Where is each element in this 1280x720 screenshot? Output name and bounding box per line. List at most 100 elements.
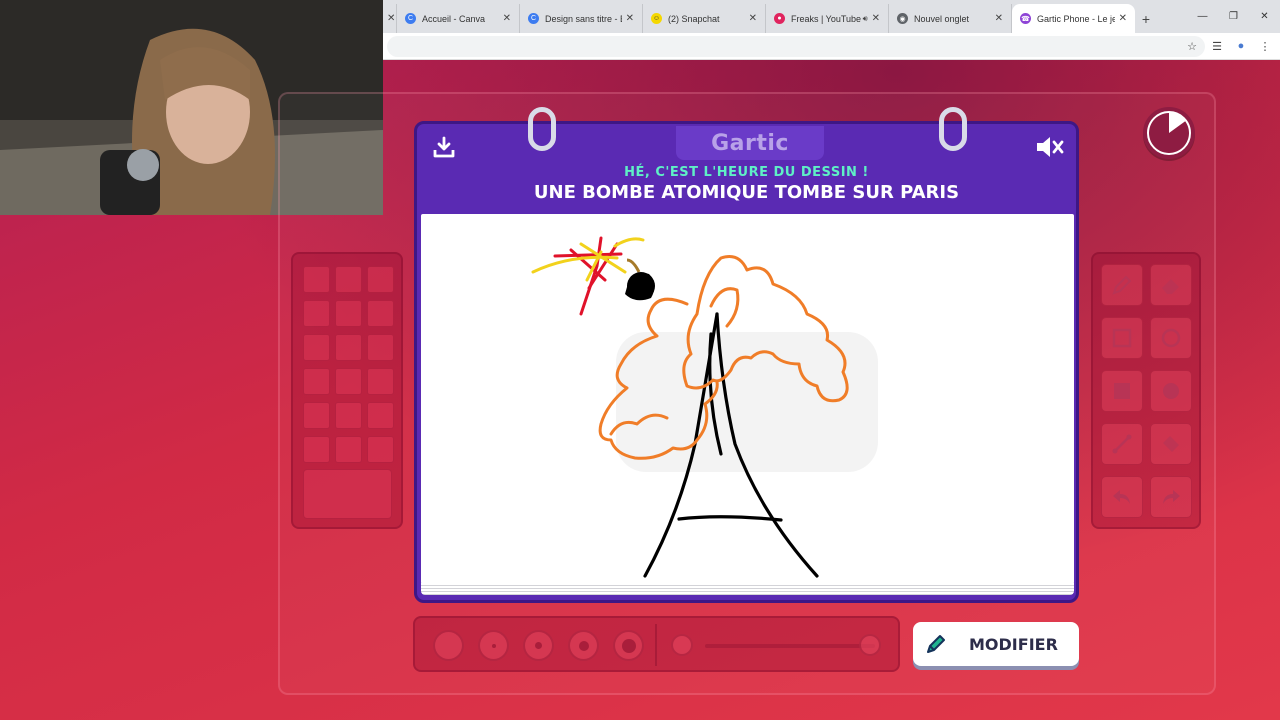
chrome-icon: ◉ <box>897 13 908 24</box>
color-swatch[interactable] <box>335 300 362 327</box>
rectangle-fill-icon[interactable] <box>1101 370 1143 412</box>
close-icon[interactable]: ✕ <box>995 13 1003 24</box>
opacity-slider-track[interactable] <box>705 644 875 648</box>
brush-size-button-3[interactable] <box>523 630 554 661</box>
drawing-canvas[interactable] <box>421 214 1074 584</box>
bookmark-star-icon[interactable]: ☆ <box>1187 40 1197 53</box>
color-swatch[interactable] <box>303 402 330 429</box>
color-swatch[interactable] <box>335 334 362 361</box>
drawing-strokes <box>531 236 878 578</box>
line-icon[interactable] <box>1101 423 1143 465</box>
color-swatch[interactable] <box>335 402 362 429</box>
color-palette <box>291 252 403 529</box>
new-tab-button[interactable]: + <box>1135 4 1157 33</box>
brush-size-button-2[interactable] <box>478 630 509 661</box>
brush-size-dot <box>491 643 496 648</box>
gartic-logo: Gartic <box>676 126 824 160</box>
close-icon[interactable]: ✕ <box>872 13 880 24</box>
brush-size-dot <box>578 640 589 651</box>
color-swatch[interactable] <box>303 334 330 361</box>
tab-title: Design sans titre - Ba <box>545 13 622 24</box>
brush-size-dot <box>621 638 636 653</box>
color-swatch[interactable] <box>367 300 394 327</box>
window-controls: — ❐ ✕ <box>1187 0 1280 33</box>
phase-subtitle: HÉ, C'EST L'HEURE DU DESSIN ! <box>624 165 869 180</box>
browser-tab-canva-design[interactable]: C Design sans titre - Ba ✕ <box>520 4 643 33</box>
window-close-button[interactable]: ✕ <box>1249 0 1280 33</box>
gartic-icon: ☎ <box>1020 13 1031 24</box>
color-swatch[interactable] <box>367 436 394 463</box>
drawing-prompt: UNE BOMBE ATOMIQUE TOMBE SUR PARIS <box>533 182 960 203</box>
opacity-slider-knob[interactable] <box>859 634 881 656</box>
brush-settings-bar <box>413 616 900 672</box>
pencil-icon <box>927 635 945 653</box>
restore-button[interactable]: ❐ <box>1218 0 1249 33</box>
snapchat-icon: ☺ <box>651 13 662 24</box>
profile-avatar-icon[interactable]: ● <box>1229 34 1253 58</box>
browser-menu-icon[interactable]: ⋮ <box>1253 34 1277 58</box>
address-bar[interactable]: ☆ <box>387 35 1205 57</box>
circle-outline-icon[interactable] <box>1150 317 1192 359</box>
color-swatch[interactable] <box>335 436 362 463</box>
circle-fill-icon[interactable] <box>1150 370 1192 412</box>
drawing-notebook: Gartic HÉ, C'EST L'HEURE DU DESSIN ! UNE… <box>414 107 1079 603</box>
youtube-icon: ● <box>774 13 785 24</box>
notebook-ring <box>939 107 967 151</box>
color-swatch[interactable] <box>303 300 330 327</box>
custom-color-swatch[interactable] <box>303 469 392 519</box>
opacity-slider-min-knob[interactable] <box>671 634 693 656</box>
color-swatch[interactable] <box>303 266 330 293</box>
spark-strokes <box>531 236 645 316</box>
tab-title: Gartic Phone - Le jeu <box>1037 13 1115 24</box>
tab-title: Nouvel onglet <box>914 13 970 24</box>
bucket-icon[interactable] <box>1150 423 1192 465</box>
close-icon[interactable]: ✕ <box>503 13 511 24</box>
reading-list-icon[interactable]: ☰ <box>1205 34 1229 58</box>
tab-title: Accueil - Canva <box>422 13 486 24</box>
close-icon[interactable]: ✕ <box>626 13 634 24</box>
browser-toolbar: ☆ ☰ ● ⋮ <box>383 33 1280 60</box>
browser-tab-youtube[interactable]: ● Freaks | YouTube 🔊︎ ✕ <box>766 4 889 33</box>
close-icon[interactable]: ✕ <box>1119 13 1127 24</box>
browser-tab-partial[interactable]: ✕ <box>383 4 397 33</box>
rectangle-outline-icon[interactable] <box>1101 317 1143 359</box>
close-icon[interactable]: ✕ <box>749 13 757 24</box>
browser-tab-canva-home[interactable]: C Accueil - Canva ✕ <box>397 4 520 33</box>
color-swatch[interactable] <box>367 368 394 395</box>
color-swatch[interactable] <box>303 368 330 395</box>
browser-tab-snapchat[interactable]: ☺ (2) Snapchat ✕ <box>643 4 766 33</box>
notebook-ring <box>528 107 556 151</box>
brush-size-button-4[interactable] <box>568 630 599 661</box>
redo-icon[interactable] <box>1150 476 1192 518</box>
color-swatch[interactable] <box>367 402 394 429</box>
color-swatch[interactable] <box>367 266 394 293</box>
undo-icon[interactable] <box>1101 476 1143 518</box>
canva-icon: C <box>528 13 539 24</box>
browser-tab-strip: ✕ C Accueil - Canva ✕ C Design sans titr… <box>383 0 1280 33</box>
browser-tab-gartic[interactable]: ☎ Gartic Phone - Le jeu ✕ <box>1012 4 1135 33</box>
pencil-icon[interactable] <box>1101 264 1143 306</box>
bomb-strokes <box>625 258 655 301</box>
modify-button-label: MODIFIER <box>969 634 1058 654</box>
brush-size-button-5[interactable] <box>613 630 644 661</box>
logo-text: Gartic <box>711 130 789 156</box>
download-icon[interactable] <box>431 134 457 160</box>
browser-tab-new-tab[interactable]: ◉ Nouvel onglet ✕ <box>889 4 1012 33</box>
tab-title: Freaks | YouTube <box>791 13 861 24</box>
color-swatch[interactable] <box>367 334 394 361</box>
brush-size-dot <box>535 642 542 649</box>
mute-icon[interactable] <box>1035 134 1065 160</box>
color-swatch[interactable] <box>335 368 362 395</box>
brush-size-button-1[interactable] <box>433 630 464 661</box>
modify-button[interactable]: MODIFIER <box>913 622 1079 666</box>
watermark <box>616 332 878 472</box>
color-swatch[interactable] <box>303 436 330 463</box>
color-swatch[interactable] <box>335 266 362 293</box>
timer-pie-icon <box>1149 113 1189 153</box>
tool-panel <box>1091 252 1201 529</box>
minimize-button[interactable]: — <box>1187 0 1218 33</box>
close-icon[interactable]: ✕ <box>387 13 395 24</box>
speaker-icon[interactable]: 🔊︎ <box>863 14 868 24</box>
notebook-page-edge <box>421 583 1074 595</box>
eraser-icon[interactable] <box>1150 264 1192 306</box>
